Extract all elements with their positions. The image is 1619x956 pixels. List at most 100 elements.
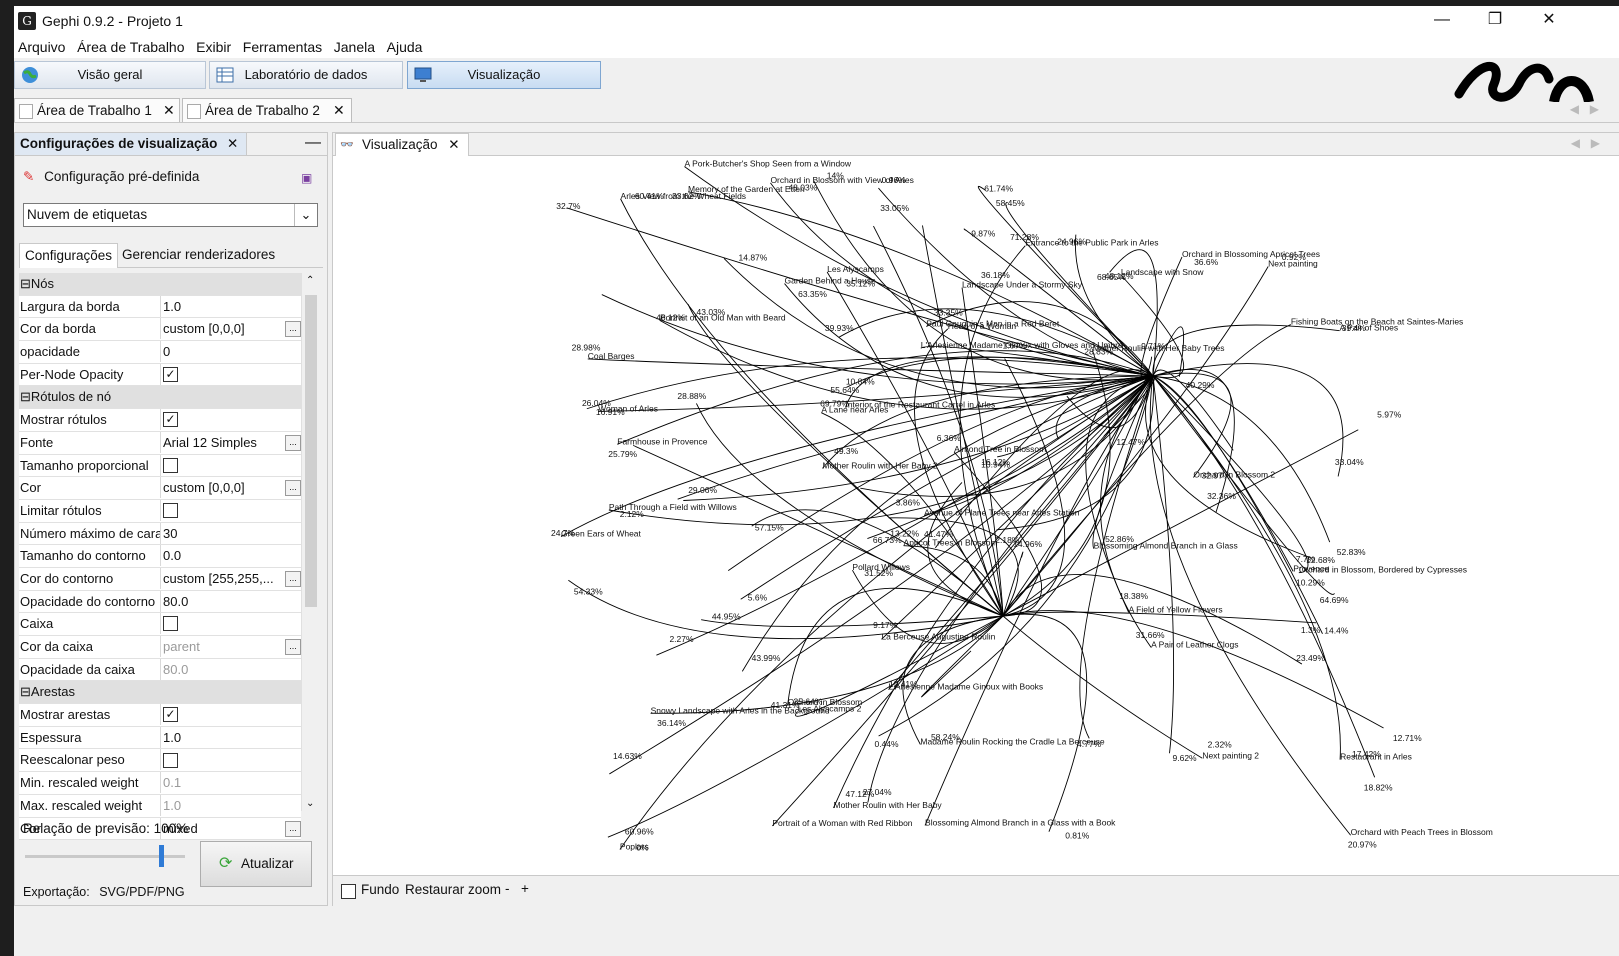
save-icon[interactable]: ▣ — [301, 171, 312, 185]
menu-ferramentas[interactable]: Ferramentas — [239, 36, 326, 58]
property-value[interactable]: Arial 12 Simples — [163, 432, 283, 453]
ellipsis-button[interactable]: ... — [285, 321, 301, 338]
property-row[interactable]: Reescalonar peso — [19, 749, 301, 773]
property-row[interactable]: Cor da borda custom [0,0,0]... — [19, 318, 301, 342]
node-label[interactable]: Landscape Under a Stormy Sky — [962, 280, 1083, 290]
property-value[interactable] — [163, 500, 283, 521]
node-label[interactable]: Avenue of Plane Trees near Arles Station — [924, 507, 1080, 517]
zoom-out-button[interactable]: - — [505, 881, 510, 896]
property-row[interactable]: Per-Node Opacity ✓ — [19, 363, 301, 387]
close-icon[interactable]: ✕ — [448, 134, 459, 156]
property-value[interactable]: custom [255,255,... — [163, 568, 283, 589]
node-label[interactable]: Coal Barges — [588, 351, 635, 361]
property-row[interactable]: Min. rescaled weight 0.1 — [19, 772, 301, 795]
checkbox-checked[interactable]: ✓ — [163, 412, 178, 428]
ellipsis-button[interactable]: ... — [285, 480, 301, 497]
preview-ratio-slider-thumb[interactable] — [159, 845, 164, 867]
collapse-icon[interactable]: ⊟ — [20, 276, 31, 291]
node-label[interactable]: Apricot Trees in Blossom — [904, 538, 998, 548]
node-label[interactable]: Blossoming Almond Branch in a Glass with… — [925, 817, 1116, 827]
close-icon[interactable]: ✕ — [163, 99, 175, 122]
property-category[interactable]: ⊟Rótulos de nó — [19, 386, 301, 410]
scroll-left-icon[interactable]: ◀ — [1571, 136, 1580, 150]
close-icon[interactable]: ✕ — [227, 133, 238, 155]
property-row[interactable]: Opacidade da caixa 80.0 — [19, 658, 301, 682]
checkbox-checked[interactable]: ✓ — [163, 707, 178, 723]
property-row[interactable]: Max. rescaled weight 1.0 — [19, 794, 301, 818]
menu-arquivo[interactable]: Arquivo — [14, 36, 69, 58]
preset-dropdown[interactable]: Nuvem de etiquetas ⌄ — [23, 203, 318, 227]
ellipsis-button[interactable]: ... — [285, 434, 301, 451]
node-label[interactable]: Les Alyscamps — [827, 264, 884, 274]
menu-exibir[interactable]: Exibir — [192, 36, 235, 58]
scroll-down-icon[interactable]: ⌄ — [306, 798, 314, 809]
node-label[interactable]: La Berceuse Augustine Roulin — [881, 631, 995, 641]
property-value[interactable] — [163, 455, 283, 476]
scrollbar-thumb[interactable] — [305, 295, 317, 607]
graph-preview-canvas[interactable]: Entrance to the Public Park in Arles Aven… — [333, 156, 1618, 874]
property-category[interactable]: ⊟Nós — [19, 273, 301, 296]
property-value[interactable]: 0.1 — [163, 772, 283, 793]
property-row[interactable]: Número máximo de cara 30 — [19, 522, 301, 546]
tab-settings[interactable]: Configurações — [19, 243, 119, 268]
reset-zoom-button[interactable]: Restaurar zoom — [405, 882, 501, 897]
property-value[interactable]: custom [0,0,0] — [163, 318, 283, 339]
ellipsis-button[interactable]: ... — [285, 570, 301, 587]
workspace-tab-2[interactable]: Área de Trabalho 2 ✕ — [182, 98, 352, 122]
scroll-up-icon[interactable]: ⌃ — [306, 275, 314, 286]
property-value[interactable]: 1.0 — [163, 795, 283, 816]
scroll-right-icon[interactable]: ▶ — [1591, 136, 1600, 150]
property-category[interactable]: ⊟Arestas — [19, 681, 301, 705]
property-row[interactable]: Espessura 1.0 — [19, 726, 301, 750]
property-value[interactable]: 0.0 — [163, 545, 283, 566]
property-row[interactable]: Tamanho do contorno 0.0 — [19, 545, 301, 568]
refresh-button[interactable]: ⟳ Atualizar — [200, 841, 312, 887]
property-value[interactable]: custom [0,0,0] — [163, 477, 283, 498]
property-value[interactable] — [163, 749, 283, 770]
preview-settings-tab[interactable]: Configurações de visualização ✕ — [15, 133, 247, 155]
property-value[interactable]: 30 — [163, 523, 283, 544]
property-row[interactable]: Mostrar arestas ✓ — [19, 704, 301, 727]
minimize-panel-icon[interactable]: — — [305, 133, 321, 153]
node-label[interactable]: Head of a Woman — [948, 321, 1017, 331]
menu-janela[interactable]: Janela — [330, 36, 379, 58]
zoom-in-button[interactable]: + — [521, 881, 529, 896]
checkbox[interactable] — [163, 457, 178, 473]
property-value[interactable]: 1.0 — [163, 296, 283, 317]
property-value[interactable] — [163, 613, 283, 634]
tab-manage-renderers[interactable]: Gerenciar renderizadores — [117, 243, 280, 267]
property-row[interactable]: Cor custom [0,0,0]... — [19, 477, 301, 500]
node-label[interactable]: A Field of Yellow Flowers — [1129, 604, 1223, 614]
background-checkbox[interactable] — [341, 884, 356, 899]
property-value[interactable]: 80.0 — [163, 591, 283, 612]
collapse-icon[interactable]: ⊟ — [20, 684, 31, 699]
node-label[interactable]: Fishing Boats on the Beach at Saintes-Ma… — [1291, 317, 1463, 327]
mode-data-lab-button[interactable]: Laboratório de dados — [209, 61, 403, 89]
property-row[interactable]: Cor do contorno custom [255,255,...... — [19, 567, 301, 591]
property-row[interactable]: Mostrar rótulos ✓ — [19, 409, 301, 432]
node-label[interactable]: Next painting 2 — [1202, 750, 1259, 760]
preview-tab[interactable]: 👓 Visualização ✕ — [335, 133, 469, 156]
node-label[interactable]: Entrance to the Public Park in Arles — [1025, 238, 1158, 248]
node-label[interactable]: Mother Roulin with Her Baby — [833, 800, 942, 810]
property-row[interactable]: opacidade 0 — [19, 341, 301, 364]
node-label[interactable]: Mother Roulin with Her Baby 2 — [822, 460, 938, 470]
ellipsis-button[interactable]: ... — [285, 820, 301, 837]
checkbox[interactable] — [163, 616, 178, 632]
collapse-icon[interactable]: ⊟ — [20, 389, 31, 404]
property-value[interactable]: 1.0 — [163, 727, 283, 748]
property-value[interactable]: ✓ — [163, 409, 283, 430]
minimize-button[interactable]: — — [1419, 6, 1465, 36]
checkbox-checked[interactable]: ✓ — [163, 366, 178, 382]
node-label[interactable]: A Pair of Leather Clogs — [1151, 639, 1238, 649]
property-scrollbar[interactable]: ⌃ ⌄ — [301, 273, 320, 811]
checkbox[interactable] — [163, 502, 178, 518]
property-row[interactable]: Tamanho proporcional — [19, 454, 301, 478]
property-row[interactable]: Fonte Arial 12 Simples... — [19, 431, 301, 455]
property-value[interactable]: 80.0 — [163, 659, 283, 680]
node-label[interactable]: Almond Tree in Blossom — [954, 444, 1046, 454]
workspace-tab-1[interactable]: Área de Trabalho 1 ✕ — [14, 98, 180, 122]
property-row[interactable]: Opacidade do contorno 80.0 — [19, 590, 301, 614]
checkbox[interactable] — [163, 752, 178, 768]
export-formats-link[interactable]: SVG/PDF/PNG — [99, 885, 184, 899]
